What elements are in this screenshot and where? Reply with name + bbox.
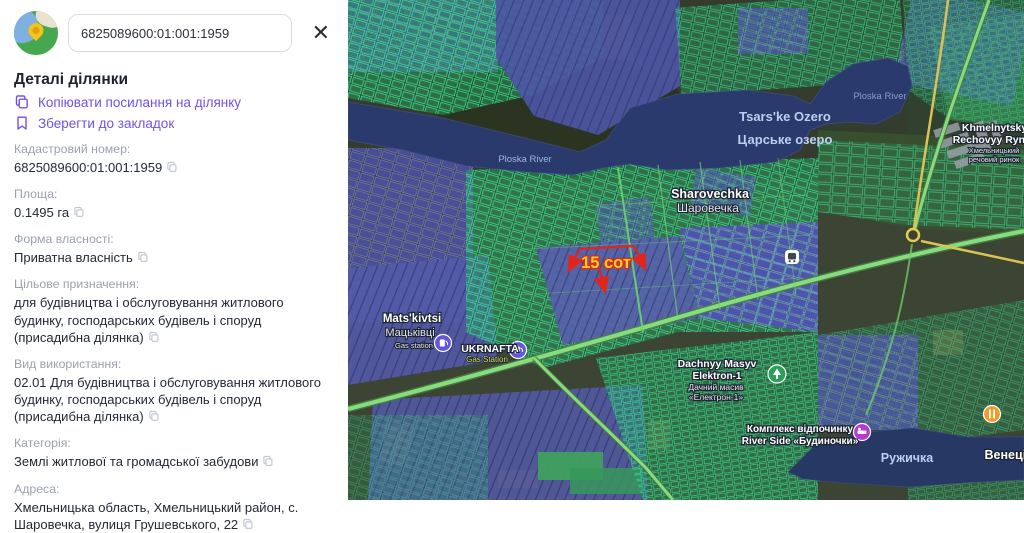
map-canvas[interactable]: Tsars'ke Ozero Царське озеро Ploska Rive… xyxy=(348,0,1024,500)
venice-label: Венеція xyxy=(985,448,1024,462)
map-svg: Tsars'ke Ozero Царське озеро Ploska Rive… xyxy=(348,0,1024,500)
bookmark-action[interactable]: Зберегти до закладок xyxy=(14,115,348,131)
field-label: Форма власності: xyxy=(14,232,334,246)
lake-label-uk: Царське озеро xyxy=(738,132,833,147)
dacha-label-en2: Elektron-1 xyxy=(693,371,742,382)
river-label: Ploska River xyxy=(498,154,551,165)
market-label-uk2: речовий ринок xyxy=(969,155,1020,164)
field-value: для будівництва і обслуговування житлово… xyxy=(14,294,334,345)
field-address: Адреса: Хмельницька область, Хмельницьки… xyxy=(14,482,334,533)
field-category: Категорія: Землі житлової та громадської… xyxy=(14,436,334,470)
field-cadastral-number: Кадастровий номер: 6825089600:01:001:195… xyxy=(14,142,334,176)
market-label-en1: Khmelnytskyi xyxy=(962,122,1024,134)
gas-small-label: Gas station xyxy=(395,341,433,350)
copy-value-icon[interactable] xyxy=(166,161,178,173)
copy-value-icon[interactable] xyxy=(137,251,149,263)
field-area: Площа: 0.1495 га xyxy=(14,187,334,221)
restaurant-marker[interactable] xyxy=(984,406,1001,423)
field-usage: Вид використання: 02.01 Для будівництва … xyxy=(14,357,334,425)
field-purpose: Цільове призначення: для будівництва і о… xyxy=(14,277,334,345)
copy-value-icon[interactable] xyxy=(148,410,160,422)
gas-name-label: UKRNAFTA xyxy=(461,343,519,355)
market-label-uk1: Хмельницький xyxy=(969,146,1020,155)
field-label: Цільове призначення: xyxy=(14,277,334,291)
page-title: Деталі ділянки xyxy=(14,71,348,89)
field-value: 0.1495 га xyxy=(14,204,334,221)
field-label: Площа: xyxy=(14,187,334,201)
close-button[interactable]: ✕ xyxy=(304,18,338,48)
gas-station-marker[interactable] xyxy=(435,335,452,352)
dacha-label-uk2: «Електрон-1» xyxy=(689,392,743,402)
area-value: 0.1495 га xyxy=(14,205,69,220)
details-panel: ✕ Деталі ділянки Копіювати посилання на … xyxy=(0,0,348,500)
bookmark-label: Зберегти до закладок xyxy=(38,116,174,131)
usage-value: 02.01 Для будівництва і обслуговування ж… xyxy=(14,375,321,424)
matskivtsi-label-uk: Мацьківці xyxy=(385,327,434,339)
village-label-uk: Шаровечка xyxy=(677,201,739,215)
field-label: Кадастровий номер: xyxy=(14,142,334,156)
search-input[interactable] xyxy=(68,14,292,52)
app-window: ✕ Деталі ділянки Копіювати посилання на … xyxy=(0,0,1024,500)
field-label: Категорія: xyxy=(14,436,334,450)
top-bar: ✕ xyxy=(0,0,348,61)
copy-value-icon[interactable] xyxy=(262,455,274,467)
field-label: Адреса: xyxy=(14,482,334,496)
category-value: Землі житлової та громадської забудови xyxy=(14,454,258,469)
app-logo[interactable] xyxy=(14,11,58,55)
village-label-en: Sharovechka xyxy=(671,187,750,201)
dacha-label-uk1: Дачний масив xyxy=(688,382,744,392)
field-ownership: Форма власності: Приватна власність xyxy=(14,232,334,266)
copy-value-icon[interactable] xyxy=(242,518,254,530)
park-marker[interactable] xyxy=(768,365,786,383)
field-label: Вид використання: xyxy=(14,357,334,371)
copy-value-icon[interactable] xyxy=(148,331,160,343)
resort-label-1: Комплекс відпочинку xyxy=(747,424,854,435)
address-value: Хмельницька область, Хмельницький район,… xyxy=(14,500,298,532)
copy-link-icon xyxy=(14,94,30,110)
dacha-label-en1: Dachnyy Masyv xyxy=(678,358,757,370)
transit-station-icon[interactable] xyxy=(785,250,799,264)
search-box xyxy=(68,14,292,52)
field-value: Хмельницька область, Хмельницький район,… xyxy=(14,499,334,533)
field-value: Землі житлової та громадської забудови xyxy=(14,453,334,470)
resort-label-2: River Side «Будиночки» xyxy=(742,436,859,447)
copy-value-icon[interactable] xyxy=(73,206,85,218)
copy-link-action[interactable]: Копіювати посилання на ділянку xyxy=(14,94,348,110)
lake-label-en: Tsars'ke Ozero xyxy=(739,109,831,124)
annotation-text: 15 сот xyxy=(581,254,631,272)
matskivtsi-label-en: Mats'kivtsi xyxy=(383,313,441,325)
market-label-en2: Rechovyy Rynok xyxy=(953,134,1024,146)
ownership-value: Приватна власність xyxy=(14,250,133,265)
ruzhychka-label: Ружичка xyxy=(881,451,935,465)
cadastral-number-value: 6825089600:01:001:1959 xyxy=(14,160,162,175)
river-label-2: Ploska River xyxy=(853,91,906,102)
roundabout xyxy=(907,229,919,241)
bookmark-icon xyxy=(14,115,30,131)
gas-type-label: Gas Station xyxy=(466,355,508,364)
field-value: 6825089600:01:001:1959 xyxy=(14,159,334,176)
field-value: Приватна власність xyxy=(14,249,334,266)
copy-link-label: Копіювати посилання на ділянку xyxy=(38,95,241,110)
field-value: 02.01 Для будівництва і обслуговування ж… xyxy=(14,374,334,425)
